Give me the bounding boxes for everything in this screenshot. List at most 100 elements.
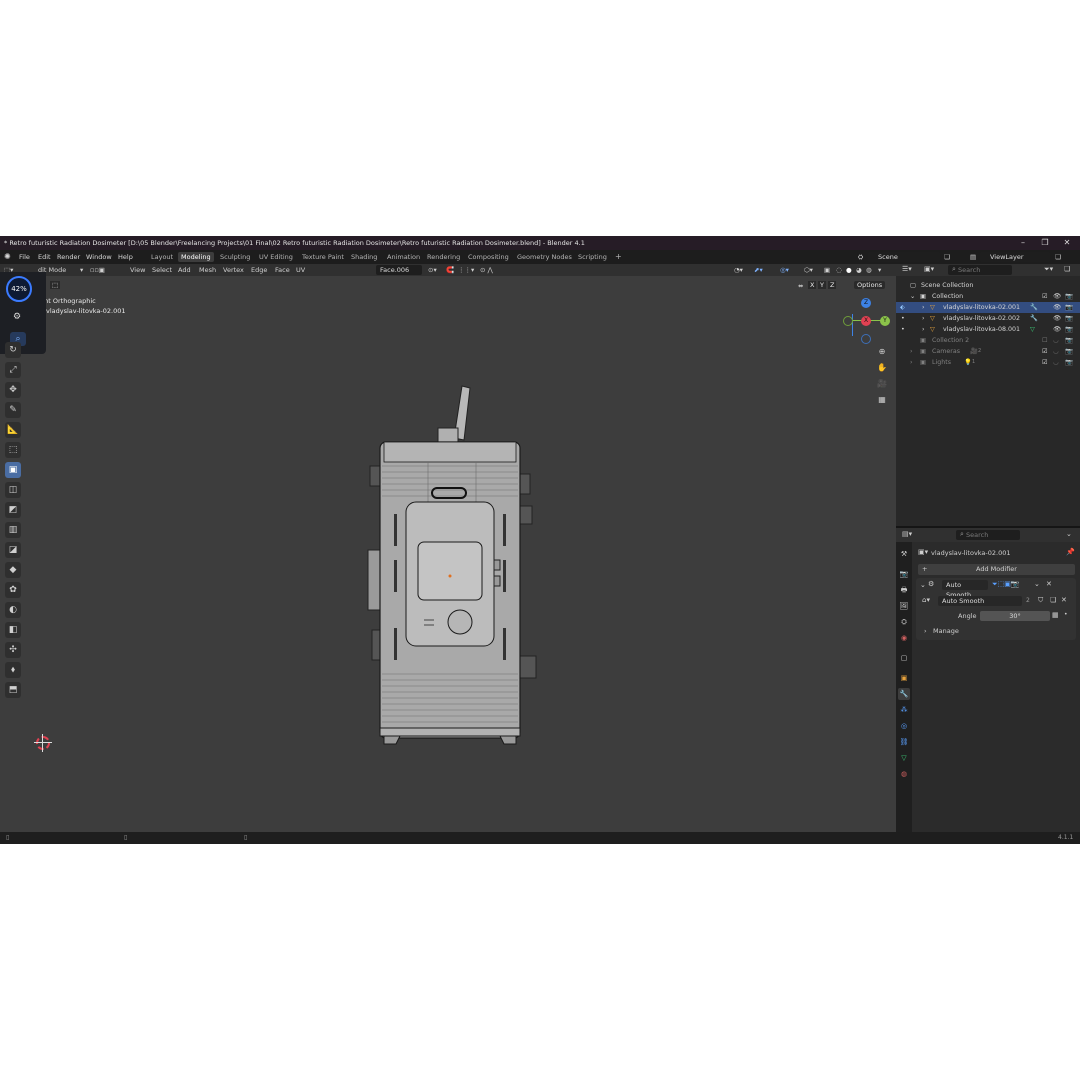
eye-closed-icon[interactable]: ◡	[1053, 335, 1059, 346]
dot-icon[interactable]: •	[901, 324, 905, 335]
new-scene-icon[interactable]: ❏	[944, 250, 950, 264]
edge-slide-tool-icon[interactable]: ◧	[5, 622, 21, 638]
material-tab-icon[interactable]: ◍	[898, 768, 910, 780]
menu-select[interactable]: Select	[152, 264, 172, 276]
keyframe-dot-icon[interactable]: •	[1064, 611, 1068, 618]
toolbar-toggle-icon[interactable]: ⬚	[50, 281, 61, 289]
menu-face[interactable]: Face	[275, 264, 290, 276]
filter-icon[interactable]: ⏷▾	[1044, 265, 1053, 274]
workspace-tab-modeling[interactable]: Modeling	[178, 252, 214, 262]
shading-material-icon[interactable]: ◕	[856, 264, 862, 276]
scale-tool-icon[interactable]: ⤢	[5, 362, 21, 378]
chevron-down-icon[interactable]: ⌄	[1066, 530, 1072, 538]
bevel-tool-icon[interactable]: ◩	[5, 502, 21, 518]
chevron-down-icon[interactable]: ⌄	[1034, 580, 1040, 588]
spin-tool-icon[interactable]: ✿	[5, 582, 21, 598]
close-icon[interactable]: ✕	[1046, 580, 1052, 588]
menu-edge[interactable]: Edge	[251, 264, 267, 276]
camera-icon[interactable]: 📷	[1065, 291, 1073, 302]
new-collection-icon[interactable]: ❏	[1064, 265, 1070, 273]
dot-icon[interactable]: •	[901, 313, 905, 324]
chevron-right-icon[interactable]: ›	[924, 627, 927, 635]
workspace-tab-texture-paint[interactable]: Texture Paint	[299, 252, 347, 262]
workspace-tab-shading[interactable]: Shading	[348, 252, 380, 262]
visibility-icon[interactable]: ◔▾	[734, 264, 743, 276]
mirror-icon[interactable]: ⬌	[798, 282, 803, 290]
zoom-navigate-icon[interactable]: ⊕	[876, 346, 888, 358]
workspace-tab-uv-editing[interactable]: UV Editing	[256, 252, 296, 262]
unlink-close-icon[interactable]: ✕	[1061, 596, 1067, 604]
wrench-icon[interactable]: 🔧	[1030, 302, 1038, 313]
chevron-down-icon[interactable]: ⌄	[920, 581, 926, 589]
chevron-right-icon[interactable]: ›	[910, 346, 913, 357]
workspace-tab-geometry-nodes[interactable]: Geometry Nodes	[514, 252, 575, 262]
checkbox-icon[interactable]: ☑	[1042, 291, 1048, 302]
constraints-tab-icon[interactable]: ⛓	[898, 736, 910, 748]
menu-vertex[interactable]: Vertex	[223, 264, 244, 276]
chevron-right-icon[interactable]: ›	[910, 357, 913, 368]
eye-closed-icon[interactable]: ◡	[1053, 346, 1059, 357]
properties-search-input[interactable]: Search	[956, 530, 1020, 540]
ortho-grid-icon[interactable]: ▦	[876, 394, 888, 406]
eye-icon[interactable]: 👁	[1053, 313, 1061, 324]
shading-solid-icon[interactable]: ●	[846, 264, 852, 276]
extrude-tool-icon[interactable]: ▣	[5, 462, 21, 478]
inset-tool-icon[interactable]: ◫	[5, 482, 21, 498]
tool-tab-icon[interactable]: ⚒	[898, 548, 910, 560]
chevron-down-icon[interactable]: ⌄	[910, 291, 915, 302]
3d-viewport[interactable]: ⬚▾ dit Mode ▾ ▫▫▣ View Select Add Mesh V…	[0, 264, 896, 832]
gizmo-z-icon[interactable]: Z	[861, 298, 871, 308]
chevron-right-icon[interactable]: ›	[922, 313, 925, 324]
editor-type-icon[interactable]: ▤▾	[902, 530, 912, 538]
chevron-right-icon[interactable]: ›	[922, 324, 925, 335]
close-button[interactable]: ✕	[1056, 236, 1078, 250]
display-mode-icon[interactable]: ▣▾	[924, 265, 934, 273]
gizmo-x-icon[interactable]: X	[861, 316, 871, 326]
transform-tool-icon[interactable]: ✥	[5, 382, 21, 398]
select-mode-icons[interactable]: ▫▫▣	[90, 264, 105, 276]
shading-options-icon[interactable]: ▾	[878, 264, 881, 276]
workspace-tab-compositing[interactable]: Compositing	[465, 252, 512, 262]
duplicate-icon[interactable]: ❏	[1050, 596, 1056, 604]
gear-icon[interactable]: ⚙	[13, 312, 21, 322]
outliner-row-lights[interactable]: › ▣ Lights 💡 1 ☑ ◡ 📷	[896, 357, 1080, 368]
gizmo-neg-y-icon[interactable]	[843, 316, 853, 326]
physics-tab-icon[interactable]: ◎	[898, 720, 910, 732]
outliner-row-collection[interactable]: ⌄ ▣ Collection ☑ 👁 📷	[896, 291, 1080, 302]
pivot-icon[interactable]: ⊙▾	[428, 264, 437, 276]
workspace-tab-animation[interactable]: Animation	[384, 252, 423, 262]
eye-icon[interactable]: 👁	[1053, 324, 1061, 335]
snap-icon[interactable]: 🧲	[446, 264, 454, 276]
menu-view[interactable]: View	[130, 264, 145, 276]
chevron-right-icon[interactable]: ›	[922, 302, 925, 313]
axis-lock-z[interactable]: Z	[828, 281, 837, 289]
angle-value-field[interactable]: 30°	[980, 611, 1050, 621]
smooth-tool-icon[interactable]: ◐	[5, 602, 21, 618]
data-tab-icon[interactable]: ▽	[898, 752, 910, 764]
xray-toggle-icon[interactable]: ▣	[824, 264, 830, 276]
overlay-toggle-icon[interactable]: ◎▾	[780, 264, 789, 276]
output-tab-icon[interactable]: 🖶	[898, 584, 910, 596]
camera-view-icon[interactable]: 🎥	[876, 378, 888, 390]
camera-icon[interactable]: 📷	[1065, 313, 1073, 324]
rip-tool-icon[interactable]: ⬒	[5, 682, 21, 698]
add-workspace-button[interactable]: +	[612, 252, 625, 262]
maximize-button[interactable]: ❐	[1034, 236, 1056, 250]
menu-uv[interactable]: UV	[296, 264, 305, 276]
loop-cut-tool-icon[interactable]: ▥	[5, 522, 21, 538]
snap-target-icon[interactable]: ⋮⋮▾	[458, 264, 474, 276]
menu-file[interactable]: File	[19, 250, 30, 264]
workspace-tab-scripting[interactable]: Scripting	[575, 252, 610, 262]
modifier-toggle-icons[interactable]: ⏷⬚▣📷	[992, 580, 1020, 589]
menu-edit[interactable]: Edit	[38, 250, 51, 264]
blender-logo-icon[interactable]: ✺	[4, 250, 11, 264]
gizmo-y-icon[interactable]: Y	[880, 316, 890, 326]
gizmo-toggle-icon[interactable]: ⬈▾	[754, 264, 763, 276]
shear-tool-icon[interactable]: ⬧	[5, 662, 21, 678]
outliner-row-object-2[interactable]: • › ▽ vladyslav-litovka-02.002 🔧 👁 📷	[896, 313, 1080, 324]
view-layer-tab-icon[interactable]: 🖼	[898, 600, 910, 612]
proportional-edit-icon[interactable]: ⊙ ⋀	[480, 264, 493, 276]
modifier-tab-icon[interactable]: 🔧	[898, 688, 910, 700]
camera-icon[interactable]: 📷	[1065, 324, 1073, 335]
gizmo-neg-z-icon[interactable]	[861, 334, 871, 344]
